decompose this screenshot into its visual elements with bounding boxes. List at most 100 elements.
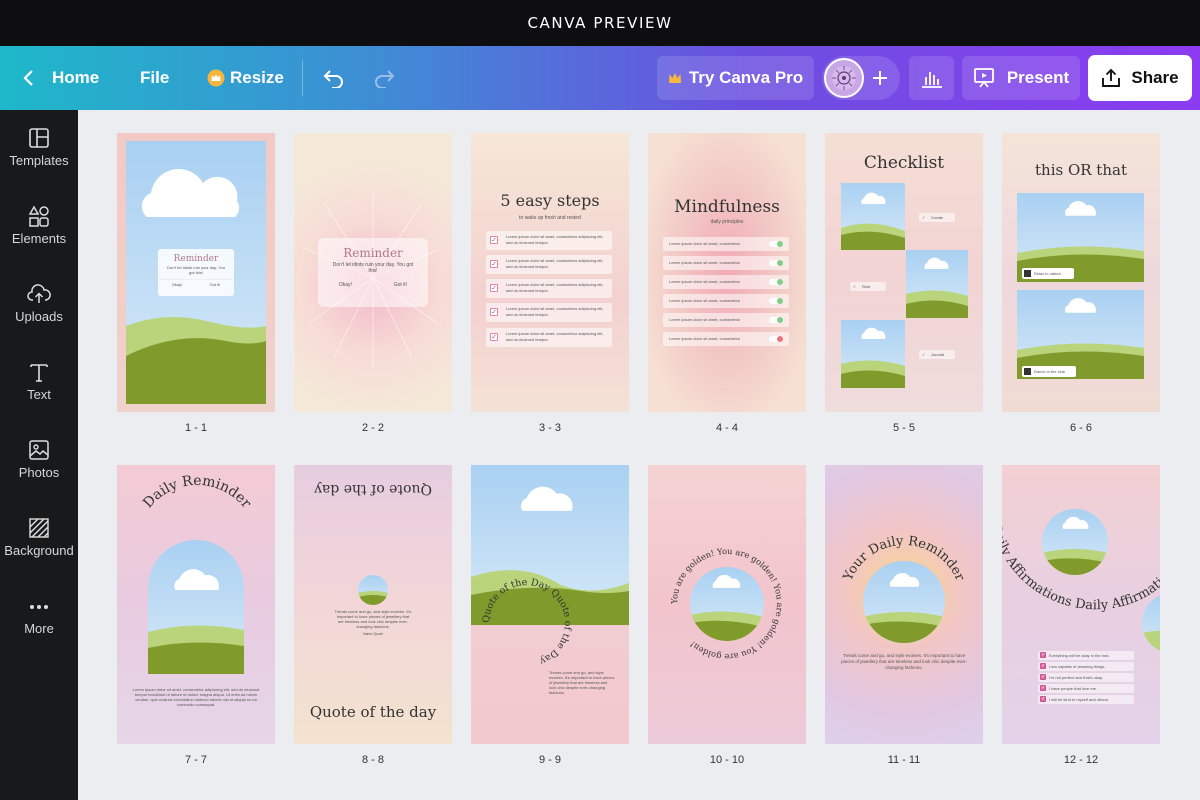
page-thumbnail-5[interactable]: Checklist ✓ Create ✓ Rest ✓ Journal bbox=[825, 133, 983, 412]
svg-text:Quote of the Day Quote of the: Quote of the Day Quote of the Day bbox=[481, 577, 573, 667]
share-button[interactable]: Share bbox=[1088, 55, 1192, 101]
this-or-that-title: this OR that bbox=[1035, 161, 1127, 179]
insights-button[interactable] bbox=[909, 56, 954, 100]
sidebar-item-more[interactable]: More bbox=[0, 597, 78, 667]
share-icon bbox=[1102, 68, 1121, 87]
present-icon bbox=[973, 68, 994, 88]
page-number-label: 1 - 1 bbox=[184, 422, 207, 434]
page-number-label: 8 - 8 bbox=[361, 754, 384, 766]
option-label: Relax in nature bbox=[1034, 271, 1061, 276]
checkbox-icon: ✓ bbox=[490, 236, 498, 244]
sidebar-item-text[interactable]: Text bbox=[0, 361, 78, 431]
add-collaborator-icon[interactable] bbox=[872, 70, 888, 86]
page-number-label: 3 - 3 bbox=[538, 422, 561, 434]
step-text: Lorem ipsum dolor sit amet, consectetur … bbox=[506, 306, 604, 317]
preview-banner: CANVA PREVIEW bbox=[0, 0, 1200, 46]
affirmations-list: ✓ Everything will be okay in the end. ✓ I … bbox=[1038, 651, 1134, 706]
checklist-title: Checklist bbox=[863, 153, 945, 173]
reminder-body: Trends come and go, and style evolves. I… bbox=[841, 653, 967, 670]
templates-icon bbox=[29, 128, 49, 148]
list-item: ✓ Rest bbox=[850, 282, 886, 291]
page-number-label: 6 - 6 bbox=[1069, 422, 1092, 434]
sidebar-item-label: Background bbox=[4, 543, 74, 558]
left-sidebar: Templates Elements Uploads Text Photos B… bbox=[0, 110, 78, 800]
redo-button[interactable] bbox=[372, 46, 396, 110]
sidebar-item-elements[interactable]: Elements bbox=[0, 205, 78, 275]
list-item: ✓ Lorem ipsum dolor sit amet, consectetur… bbox=[486, 255, 612, 274]
principle-text: Lorem ipsum dolor sit amet, consectetur bbox=[669, 317, 741, 322]
avatar[interactable] bbox=[824, 58, 864, 98]
arch-photo bbox=[148, 540, 244, 674]
principle-text: Lorem ipsum dolor sit amet, consectetur bbox=[669, 336, 741, 341]
toggle-switch bbox=[769, 260, 783, 266]
step-text: Lorem ipsum dolor sit amet, consectetur … bbox=[506, 331, 604, 342]
reminder-card: Reminder Don't let idiots ruin your day.… bbox=[318, 238, 428, 307]
quote-circle-text: Quote of the Day Quote of the Day bbox=[481, 577, 573, 667]
step-text: Lorem ipsum dolor sit amet, consectetur … bbox=[506, 258, 604, 269]
sidebar-item-uploads[interactable]: Uploads bbox=[0, 283, 78, 353]
page-thumbnail-3[interactable]: 5 easy steps to wake up fresh and rested… bbox=[471, 133, 629, 412]
got-it-button: Got it! bbox=[209, 282, 221, 287]
mindfulness-subtitle: daily principles bbox=[710, 219, 744, 225]
home-button[interactable]: Home bbox=[22, 46, 99, 110]
chevron-left-icon bbox=[23, 70, 33, 86]
quote-title: Quote of the day bbox=[309, 703, 437, 721]
affirmation-text: I will be kind to myself and others. bbox=[1049, 697, 1110, 702]
page-number-label: 2 - 2 bbox=[361, 422, 384, 434]
list-item: Lorem ipsum dolor sit amet, consectetur bbox=[663, 275, 789, 289]
list-item: ✓ I will be kind to myself and others. bbox=[1038, 695, 1134, 704]
sidebar-item-photos[interactable]: Photos bbox=[0, 439, 78, 509]
toggle-switch bbox=[769, 241, 783, 247]
page-thumbnail-2[interactable]: Reminder Don't let idiots ruin your day.… bbox=[294, 133, 452, 412]
list-item: ✓ I'm not perfect and that's okay. bbox=[1038, 673, 1134, 682]
try-pro-label: Try Canva Pro bbox=[688, 68, 804, 87]
page-thumbnail-4[interactable]: Mindfulness daily principles Lorem ipsum… bbox=[648, 133, 806, 412]
circle-photo bbox=[358, 575, 388, 605]
page-thumbnail-1[interactable]: Reminder Don't let idiots ruin your day.… bbox=[117, 133, 275, 412]
toolbar-divider bbox=[302, 60, 303, 96]
checkbox-icon: ✓ bbox=[490, 333, 498, 341]
sidebar-item-label: Text bbox=[27, 387, 51, 402]
page-number-label: 4 - 4 bbox=[715, 422, 738, 434]
okay-button: Okay! bbox=[338, 282, 352, 288]
list-item: Lorem ipsum dolor sit amet, consectetur bbox=[663, 237, 789, 251]
file-label: File bbox=[140, 68, 170, 87]
step-text: Lorem ipsum dolor sit amet, consectetur … bbox=[506, 234, 604, 245]
quote-title-inverted: Quote of the day bbox=[314, 481, 432, 497]
try-canva-pro-button[interactable]: Try Canva Pro bbox=[657, 56, 814, 100]
reminder-text: Don't let idiots ruin your day. You got … bbox=[167, 265, 225, 275]
list-item: Lorem ipsum dolor sit amet, consectetur bbox=[663, 256, 789, 270]
undo-button[interactable] bbox=[322, 46, 346, 110]
resize-button[interactable]: Resize bbox=[207, 46, 284, 110]
sidebar-item-label: Uploads bbox=[15, 309, 63, 324]
svg-text:Daily Affirmations Daily Affir: Daily Affirmations Daily Affirmations bbox=[1002, 465, 1160, 613]
page-thumbnail-7[interactable]: Daily Reminder Lorem ipsum dolor sit ame… bbox=[117, 465, 275, 744]
list-item: Relax in nature bbox=[1022, 268, 1074, 279]
principle-text: Lorem ipsum dolor sit amet, consectetur bbox=[669, 260, 741, 265]
reminder-card: Reminder Don't let idiots ruin your day.… bbox=[158, 249, 234, 296]
checkbox-icon: ✓ bbox=[490, 284, 498, 292]
present-button[interactable]: Present bbox=[962, 56, 1080, 100]
background-icon bbox=[29, 518, 49, 538]
page-thumbnail-12[interactable]: Daily Affirmations Daily Affirmations ✓E… bbox=[1002, 465, 1160, 744]
checklist-item: Create bbox=[931, 215, 944, 220]
page-thumbnail-9[interactable]: Quote of the Day Quote of the Day Trends… bbox=[471, 465, 629, 744]
quote-author: Name Quote bbox=[363, 632, 383, 636]
crown-icon bbox=[207, 69, 225, 87]
sidebar-item-label: Photos bbox=[18, 465, 60, 480]
principle-text: Lorem ipsum dolor sit amet, consectetur bbox=[669, 241, 741, 246]
checkbox-icon: ✓ bbox=[490, 260, 498, 268]
avatar-sun-icon bbox=[832, 66, 856, 90]
sidebar-item-templates[interactable]: Templates bbox=[0, 127, 78, 197]
page-thumbnail-11[interactable]: Your Daily Reminder Trends come and go, … bbox=[825, 465, 983, 744]
principle-text: Lorem ipsum dolor sit amet, consectetur bbox=[669, 298, 741, 303]
sidebar-item-background[interactable]: Background bbox=[0, 517, 78, 587]
page-number-label: 9 - 9 bbox=[538, 754, 561, 766]
list-item: ✓ Lorem ipsum dolor sit amet, consectetur… bbox=[486, 231, 612, 250]
file-menu-button[interactable]: File bbox=[140, 46, 169, 110]
page-thumbnail-10[interactable]: You are golden! You are golden! You are … bbox=[648, 465, 806, 744]
page-thumbnail-6[interactable]: this OR that Relax in nature Dance in th… bbox=[1002, 133, 1160, 412]
mindfulness-title: Mindfulness bbox=[674, 197, 780, 217]
uploads-icon bbox=[27, 284, 51, 303]
page-thumbnail-8[interactable]: Quote of the day Trends come and go, and… bbox=[294, 465, 452, 744]
